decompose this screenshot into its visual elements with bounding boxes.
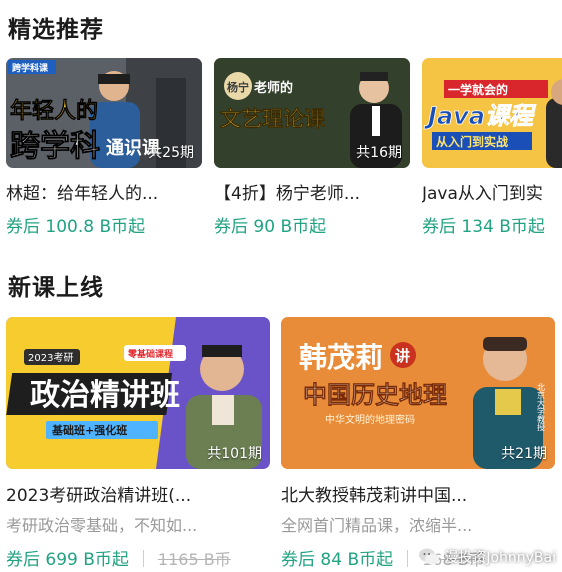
course-price: 券后 100.8 B币起 <box>6 217 146 237</box>
price-divider <box>407 550 409 567</box>
course-price-row: 券后 699 B币起 1165 B币 <box>6 545 231 570</box>
course-title[interactable]: Java从入门到实 <box>422 179 562 204</box>
thumb-speak-char: 讲 <box>395 347 410 365</box>
course-description: 全网首门精品课，浓缩半... <box>281 516 473 535</box>
watermark: 漫投资JohnnyBai <box>418 546 556 568</box>
section-title-recommended: 精选推荐 <box>8 17 104 43</box>
thumb-affiliation: 北京大学教授 <box>537 383 546 432</box>
course-card-java[interactable]: 一学就会的 Java课程 从入门到实战 Java从入门到实 券后 134 B币起 <box>422 58 562 248</box>
course-thumbnail[interactable]: 一学就会的 Java课程 从入门到实战 <box>422 58 562 168</box>
thumb-headline-1: 韩茂莉 <box>299 341 383 374</box>
thumb-banner-text: 一学就会的 <box>448 82 508 97</box>
course-card-politics[interactable]: 2023考研 零基础课程 政治精讲班 基础班+强化班 共101期 2023考研政… <box>6 317 270 570</box>
thumb-headline: 文艺理论课 <box>220 106 326 131</box>
episode-count: 共101期 <box>207 446 262 462</box>
course-price: 券后 699 B币起 <box>6 550 129 570</box>
thumb-subtitle: 老师的 <box>253 80 293 96</box>
course-title[interactable]: 2023考研政治精讲班(... <box>6 481 270 506</box>
course-price: 券后 90 B币起 <box>214 217 327 237</box>
episode-count: 共21期 <box>501 446 547 462</box>
wechat-icon <box>419 548 440 565</box>
price-divider <box>142 550 144 567</box>
thumb-subtitle: 中华文明的地理密码 <box>325 413 415 426</box>
course-title[interactable]: 北大教授韩茂莉讲中国... <box>281 481 555 506</box>
episode-count: 共16期 <box>356 145 402 161</box>
course-description: 考研政治零基础，不知如... <box>6 516 198 535</box>
course-thumbnail[interactable]: 跨学科课 年轻人的 跨学科 通识课 共25期 <box>6 58 202 168</box>
thumb-circle-text: 杨宁 <box>227 80 249 94</box>
thumb-headline: Java课程 <box>424 102 537 130</box>
thumb-subtitle: 基础班+强化班 <box>51 423 127 437</box>
course-price: 券后 134 B币起 <box>422 217 545 237</box>
course-price: 券后 84 B币起 <box>281 550 394 570</box>
thumb-headline-1: 年轻人的 <box>10 98 98 124</box>
thumb-tag-year: 2023考研 <box>28 352 73 364</box>
course-title[interactable]: 林超：给年轻人的... <box>6 179 202 204</box>
course-thumbnail[interactable]: 2023考研 零基础课程 政治精讲班 基础班+强化班 共101期 <box>6 317 270 469</box>
original-price: 1165 B币 <box>157 550 231 569</box>
watermark-text: 漫投资JohnnyBai <box>444 550 556 566</box>
thumb-badge-text: 跨学科课 <box>12 62 49 74</box>
course-card-lin-chao[interactable]: 跨学科课 年轻人的 跨学科 通识课 共25期 林超：给年轻人的... 券后 10… <box>6 58 202 248</box>
course-card-yang-ning[interactable]: 杨宁 老师的 文艺理论课 共16期 【4折】杨宁老师... 券后 90 B币起 <box>214 58 410 248</box>
thumb-headline-2: 跨学科 <box>10 129 100 164</box>
course-thumbnail[interactable]: 韩茂莉 讲 中国历史地理 中华文明的地理密码 北京大学教授 共21期 <box>281 317 555 469</box>
episode-count: 共25期 <box>148 145 194 161</box>
thumb-subtitle: 从入门到实战 <box>436 134 508 149</box>
course-card-han-maoli[interactable]: 韩茂莉 讲 中国历史地理 中华文明的地理密码 北京大学教授 共21期 北大教授韩… <box>281 317 555 570</box>
course-title[interactable]: 【4折】杨宁老师... <box>214 179 410 204</box>
section-title-new-courses: 新课上线 <box>8 275 104 301</box>
thumb-headline: 政治精讲班 <box>30 378 180 413</box>
thumb-headline-2: 中国历史地理 <box>303 381 447 409</box>
course-thumbnail[interactable]: 杨宁 老师的 文艺理论课 共16期 <box>214 58 410 168</box>
thumb-tag-level: 零基础课程 <box>127 348 173 360</box>
